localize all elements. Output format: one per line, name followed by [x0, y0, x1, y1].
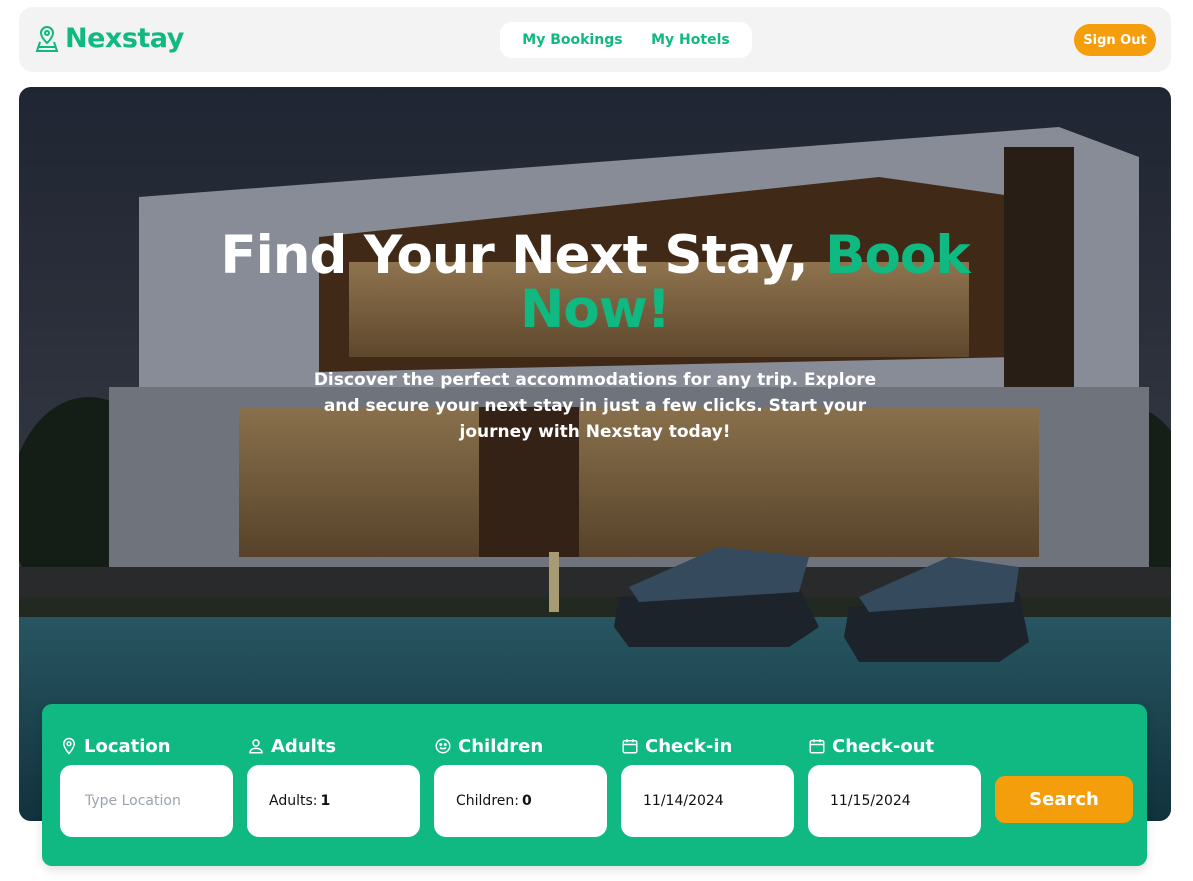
- adults-value: 1: [320, 793, 331, 809]
- location-pin-icon: [62, 737, 76, 755]
- user-icon: [249, 739, 263, 754]
- nav-link-my-hotels[interactable]: My Hotels: [651, 32, 730, 48]
- hero-subtitle: Discover the perfect accommodations for …: [313, 370, 877, 442]
- adults-label: Adults: [271, 735, 337, 757]
- sign-out-button[interactable]: Sign Out: [1074, 24, 1156, 56]
- adults-field: Adults Adults: 1: [247, 734, 420, 837]
- location-label: Location: [84, 735, 171, 757]
- smiley-icon: [435, 738, 451, 754]
- hero-title: Find Your Next Stay, Book Now!: [19, 229, 1171, 337]
- map-pin-icon: [35, 25, 59, 52]
- brand-name: Nexstay: [65, 23, 184, 54]
- checkin-field: Check-in 11/14/2024: [621, 734, 794, 837]
- calendar-icon: [809, 739, 825, 754]
- search-panel: Location Type Location Adults Adults: 1 C…: [42, 704, 1147, 866]
- nav-link-my-bookings[interactable]: My Bookings: [522, 32, 622, 48]
- nav-menu: My Bookings My Hotels: [500, 22, 752, 58]
- children-input[interactable]: Children: 0: [434, 765, 607, 837]
- children-value: 0: [521, 793, 532, 809]
- children-prefix: Children:: [456, 793, 519, 809]
- checkout-label: Check-out: [832, 735, 935, 757]
- search-button[interactable]: Search: [995, 776, 1133, 823]
- location-input[interactable]: Type Location: [60, 765, 233, 837]
- checkin-label: Check-in: [645, 735, 733, 757]
- adults-input[interactable]: Adults: 1: [247, 765, 420, 837]
- adults-prefix: Adults:: [269, 793, 318, 809]
- checkout-input[interactable]: 11/15/2024: [808, 765, 981, 837]
- children-label: Children: [458, 735, 544, 757]
- navbar: Nexstay My Bookings My Hotels Sign Out: [19, 7, 1171, 72]
- location-field: Location Type Location: [60, 734, 233, 837]
- checkout-field: Check-out 11/15/2024: [808, 734, 981, 837]
- brand-logo[interactable]: Nexstay: [35, 23, 184, 54]
- calendar-icon: [622, 739, 638, 754]
- checkin-input[interactable]: 11/14/2024: [621, 765, 794, 837]
- children-field: Children Children: 0: [434, 734, 607, 837]
- hero-title-main: Find Your Next Stay,: [220, 225, 826, 286]
